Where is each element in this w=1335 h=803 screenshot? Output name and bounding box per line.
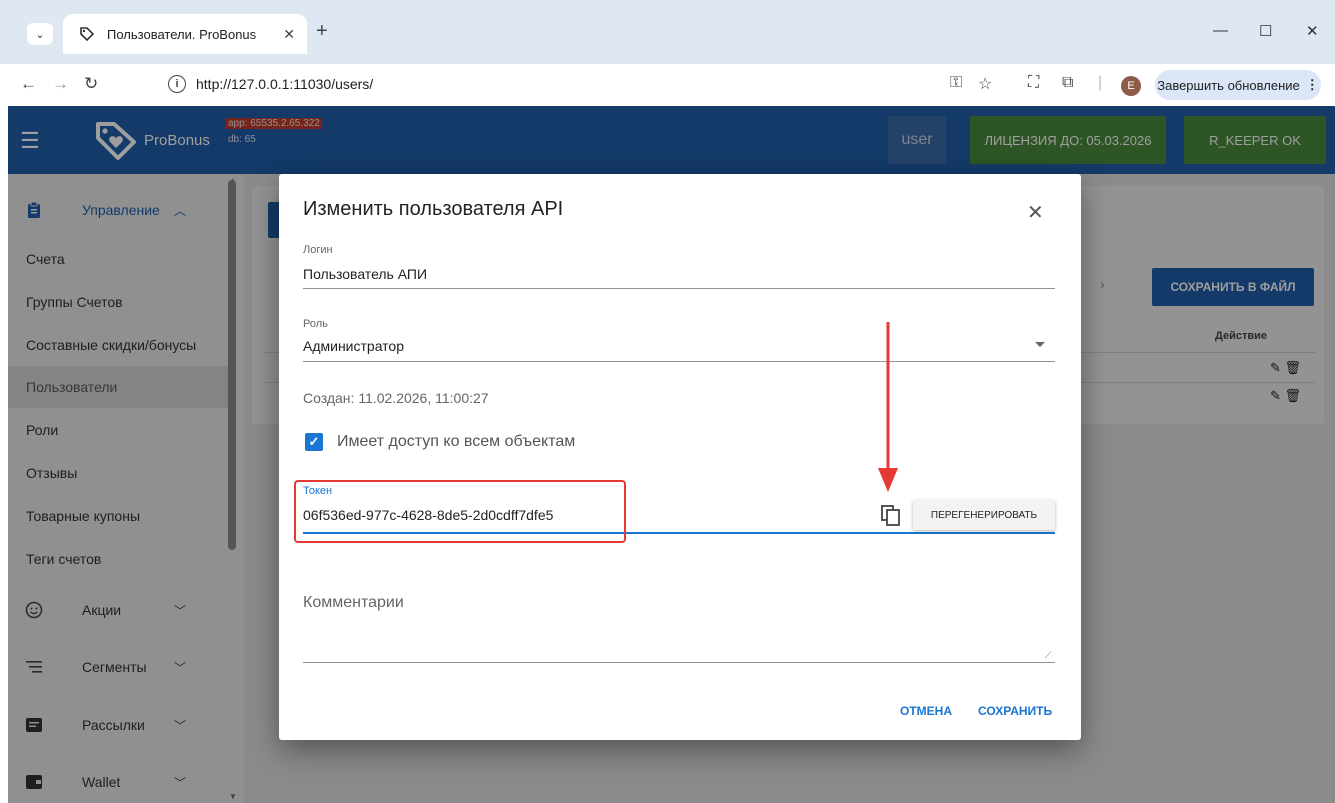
comments-underline <box>303 662 1055 663</box>
login-field[interactable]: Пользователь АПИ <box>303 266 427 282</box>
minimize-icon[interactable]: — <box>1213 22 1228 39</box>
role-underline <box>303 361 1055 362</box>
dialog-title: Изменить пользователя API <box>303 198 564 220</box>
star-icon[interactable]: ☆ <box>978 74 992 94</box>
comments-field[interactable]: Комментарии <box>303 594 404 612</box>
red-arrow-annotation <box>878 322 898 492</box>
key-icon[interactable]: ⚿ <box>950 74 962 92</box>
url-text: http://127.0.0.1:11030/users/ <box>196 76 374 92</box>
address-bar: ← → ↻ i http://127.0.0.1:11030/users/ ⚿ … <box>0 64 1335 106</box>
screenshot-icon[interactable]: ⛶ <box>1028 74 1039 92</box>
dropdown-arrow-icon[interactable] <box>1035 342 1045 347</box>
access-all-checkbox[interactable]: ✓ <box>305 433 323 451</box>
save-button[interactable]: СОХРАНИТЬ <box>978 704 1052 718</box>
site-info-icon[interactable]: i <box>168 75 186 93</box>
divider: | <box>1098 74 1103 91</box>
access-all-label: Имеет доступ ко всем объектам <box>337 433 576 450</box>
role-label: Роль <box>303 318 328 330</box>
copy-icon[interactable] <box>879 503 903 527</box>
tab-search-button[interactable]: ⌄ <box>27 23 53 45</box>
browser-tab[interactable]: Пользователи. ProBonus ✕ <box>63 14 307 54</box>
regenerate-token-button[interactable]: ПЕРЕГЕНЕРИРОВАТЬ <box>913 500 1055 530</box>
tab-title: Пользователи. ProBonus <box>107 26 257 42</box>
resize-handle[interactable]: ⟋ <box>1045 650 1051 661</box>
maximize-icon[interactable]: ☐ <box>1259 22 1272 40</box>
window-close-icon[interactable]: ✕ <box>1306 22 1319 40</box>
token-highlight-annotation <box>294 480 626 543</box>
extensions-icon[interactable]: ⧉ <box>1062 74 1073 92</box>
back-icon[interactable]: ← <box>20 74 37 94</box>
forward-icon[interactable]: → <box>52 74 69 94</box>
kebab-menu-icon: ⋮ <box>1305 77 1319 92</box>
update-browser-button[interactable]: Завершить обновление ⋮ <box>1155 70 1321 100</box>
close-icon[interactable]: ✕ <box>1027 200 1044 225</box>
tag-icon <box>79 25 97 43</box>
update-label: Завершить обновление <box>1157 77 1300 93</box>
role-select[interactable]: Администратор <box>303 338 404 354</box>
tab-close-icon[interactable]: ✕ <box>283 26 295 43</box>
url-field[interactable]: i http://127.0.0.1:11030/users/ <box>144 68 1004 100</box>
login-label: Логин <box>303 244 333 256</box>
new-tab-icon[interactable]: + <box>316 20 328 43</box>
browser-tab-strip: ⌄ Пользователи. ProBonus ✕ + — ☐ ✕ <box>0 0 1335 64</box>
profile-avatar[interactable]: E <box>1121 76 1141 96</box>
cancel-button[interactable]: ОТМЕНА <box>900 704 952 718</box>
reload-icon[interactable]: ↻ <box>84 74 98 94</box>
created-date: Создан: 11.02.2026, 11:00:27 <box>303 390 489 406</box>
edit-api-user-dialog: Изменить пользователя API ✕ Логин Пользо… <box>279 174 1081 740</box>
login-underline <box>303 288 1055 289</box>
